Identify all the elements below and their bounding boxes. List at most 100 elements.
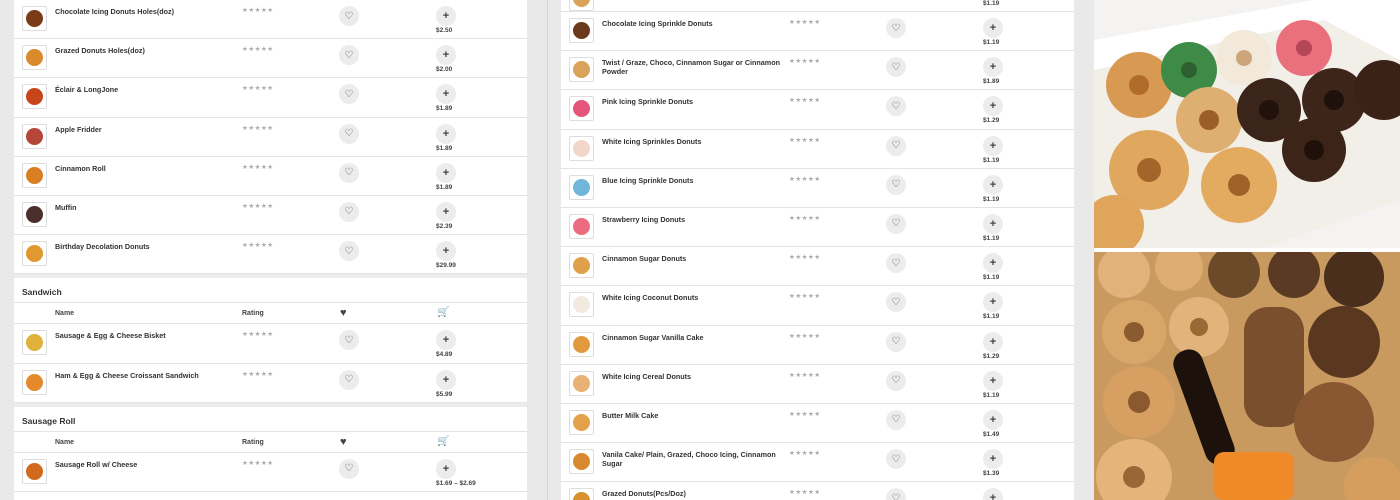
heart-icon[interactable]: ♡: [339, 241, 359, 262]
product-thumbnail[interactable]: [569, 449, 594, 475]
heart-icon[interactable]: ♡: [886, 331, 906, 352]
star-rating: ★★★★★: [789, 332, 821, 340]
plus-icon[interactable]: +: [983, 96, 1003, 117]
heart-icon[interactable]: ♡: [339, 369, 359, 390]
heart-icon[interactable]: ♡: [886, 57, 906, 78]
plus-icon[interactable]: +: [436, 241, 456, 262]
table-row: Twist / Graze, Choco, Cinnamon Sugar or …: [561, 51, 1074, 91]
product-name[interactable]: Twist / Graze, Choco, Cinnamon Sugar or …: [602, 58, 782, 76]
product-name[interactable]: Strawberry Icing Donuts: [602, 215, 782, 225]
product-name[interactable]: White Icing Cereal Donuts: [602, 372, 782, 382]
product-name[interactable]: Apple Fridder: [55, 125, 245, 135]
plus-icon[interactable]: +: [983, 331, 1003, 352]
product-name[interactable]: Cinnamon Roll: [55, 164, 245, 174]
product-name[interactable]: White Icing Sprinkles Donuts: [602, 137, 782, 147]
heart-icon[interactable]: ♡: [886, 409, 906, 430]
product-thumbnail[interactable]: [22, 123, 47, 149]
product-thumbnail[interactable]: [569, 213, 594, 239]
product-thumbnail[interactable]: [22, 458, 47, 484]
plus-icon[interactable]: +: [436, 201, 456, 222]
product-thumbnail[interactable]: [22, 45, 47, 71]
product-thumbnail[interactable]: [569, 96, 594, 122]
plus-icon[interactable]: +: [436, 369, 456, 390]
plus-icon[interactable]: +: [436, 6, 456, 26]
product-name[interactable]: Butter Milk Cake: [602, 411, 782, 421]
product-thumbnail[interactable]: [569, 174, 594, 200]
heart-icon[interactable]: ♡: [339, 330, 359, 351]
plus-icon[interactable]: +: [983, 18, 1003, 38]
product-thumbnail[interactable]: [569, 57, 594, 83]
plus-icon[interactable]: +: [983, 253, 1003, 274]
heart-icon[interactable]: ♡: [339, 6, 359, 26]
heart-icon[interactable]: ♡: [886, 174, 906, 195]
plus-icon[interactable]: +: [983, 57, 1003, 78]
product-thumbnail[interactable]: [569, 488, 594, 500]
product-thumbnail[interactable]: [22, 369, 47, 395]
product-thumbnail[interactable]: [569, 292, 594, 318]
plus-icon[interactable]: +: [436, 123, 456, 144]
product-name[interactable]: Cinnamon Sugar Donuts: [602, 255, 782, 264]
heart-icon[interactable]: ♡: [886, 370, 906, 391]
product-thumbnail[interactable]: [569, 18, 594, 43]
heart-icon[interactable]: ♡: [339, 84, 359, 105]
product-thumbnail[interactable]: [22, 162, 47, 188]
heart-icon[interactable]: ♡: [886, 96, 906, 117]
heart-icon[interactable]: ♡: [886, 253, 906, 274]
product-thumbnail[interactable]: [22, 330, 47, 356]
plus-icon[interactable]: +: [983, 135, 1003, 156]
product-name[interactable]: Pink Icing Sprinkle Donuts: [602, 98, 782, 107]
product-name[interactable]: Éclair & LongJone: [55, 86, 245, 95]
heart-icon[interactable]: ♡: [886, 488, 906, 500]
plus-icon[interactable]: +: [436, 458, 456, 479]
product-name[interactable]: Chocolate Icing Sprinkle Donuts: [602, 19, 782, 29]
heart-icon[interactable]: ♡: [886, 213, 906, 234]
plus-icon[interactable]: +: [436, 45, 456, 66]
plus-icon[interactable]: +: [983, 449, 1003, 470]
plus-icon[interactable]: +: [983, 292, 1003, 313]
product-thumbnail[interactable]: [22, 84, 47, 110]
heart-icon[interactable]: ♡: [339, 201, 359, 222]
plus-icon[interactable]: +: [983, 213, 1003, 234]
plus-icon[interactable]: +: [983, 488, 1003, 500]
product-name[interactable]: Sausage Roll w/ Cheese: [55, 460, 245, 470]
product-price: $1.19: [983, 195, 1000, 203]
plus-icon[interactable]: +: [436, 162, 456, 183]
product-name[interactable]: Birthday Decolation Donuts: [55, 243, 245, 252]
table-row: White Icing Cereal Donuts ★★★★★ ♡ + $1.19: [561, 365, 1074, 404]
product-name[interactable]: Grazed Donuts(Pcs/Doz): [602, 490, 782, 499]
plus-icon[interactable]: +: [983, 174, 1003, 195]
column-header-rating: Rating: [242, 310, 264, 318]
heart-icon[interactable]: ♡: [886, 292, 906, 313]
plus-icon[interactable]: +: [436, 330, 456, 351]
plus-icon[interactable]: +: [436, 84, 456, 105]
heart-icon[interactable]: ♡: [339, 458, 359, 479]
product-name[interactable]: Cinnamon Sugar Vanilla Cake: [602, 333, 782, 343]
table-row: Sausage Roll w/ Cheese ★★★★★ ♡ + $1.69 – $2.…: [14, 453, 527, 492]
product-thumbnail[interactable]: [22, 6, 47, 31]
product-name[interactable]: White Icing Coconut Donuts: [602, 294, 782, 303]
heart-icon[interactable]: ♡: [886, 18, 906, 38]
product-name[interactable]: Vanila Cake/ Plain, Grazed, Choco Icing,…: [602, 450, 782, 468]
heart-icon[interactable]: ♡: [339, 162, 359, 183]
product-thumbnail[interactable]: [569, 135, 594, 161]
table-row: White Icing Coconut Donuts ★★★★★ ♡ + $1.19: [561, 286, 1074, 326]
heart-icon[interactable]: ♡: [886, 449, 906, 470]
product-thumbnail[interactable]: [22, 241, 47, 267]
product-name[interactable]: Chocolate Icing Donuts Holes(doz): [55, 7, 245, 17]
product-thumbnail[interactable]: [569, 331, 594, 357]
product-name[interactable]: Blue Icing Sprinkle Donuts: [602, 176, 782, 186]
heart-icon[interactable]: ♡: [339, 123, 359, 144]
product-thumbnail[interactable]: [22, 201, 47, 227]
product-price: $1.29: [983, 117, 1000, 125]
product-name[interactable]: Grazed Donuts Holes(doz): [55, 47, 245, 56]
plus-icon[interactable]: +: [983, 370, 1003, 391]
product-name[interactable]: Ham & Egg & Cheese Croissant Sandwich: [55, 371, 245, 381]
product-thumbnail[interactable]: [569, 409, 594, 435]
heart-icon[interactable]: ♡: [886, 135, 906, 156]
product-thumbnail[interactable]: [569, 370, 594, 396]
product-thumbnail[interactable]: [569, 253, 594, 279]
heart-icon[interactable]: ♡: [339, 45, 359, 66]
product-name[interactable]: Sausage & Egg & Cheese Bisket: [55, 332, 245, 341]
plus-icon[interactable]: +: [983, 409, 1003, 430]
product-name[interactable]: Muffin: [55, 203, 245, 213]
